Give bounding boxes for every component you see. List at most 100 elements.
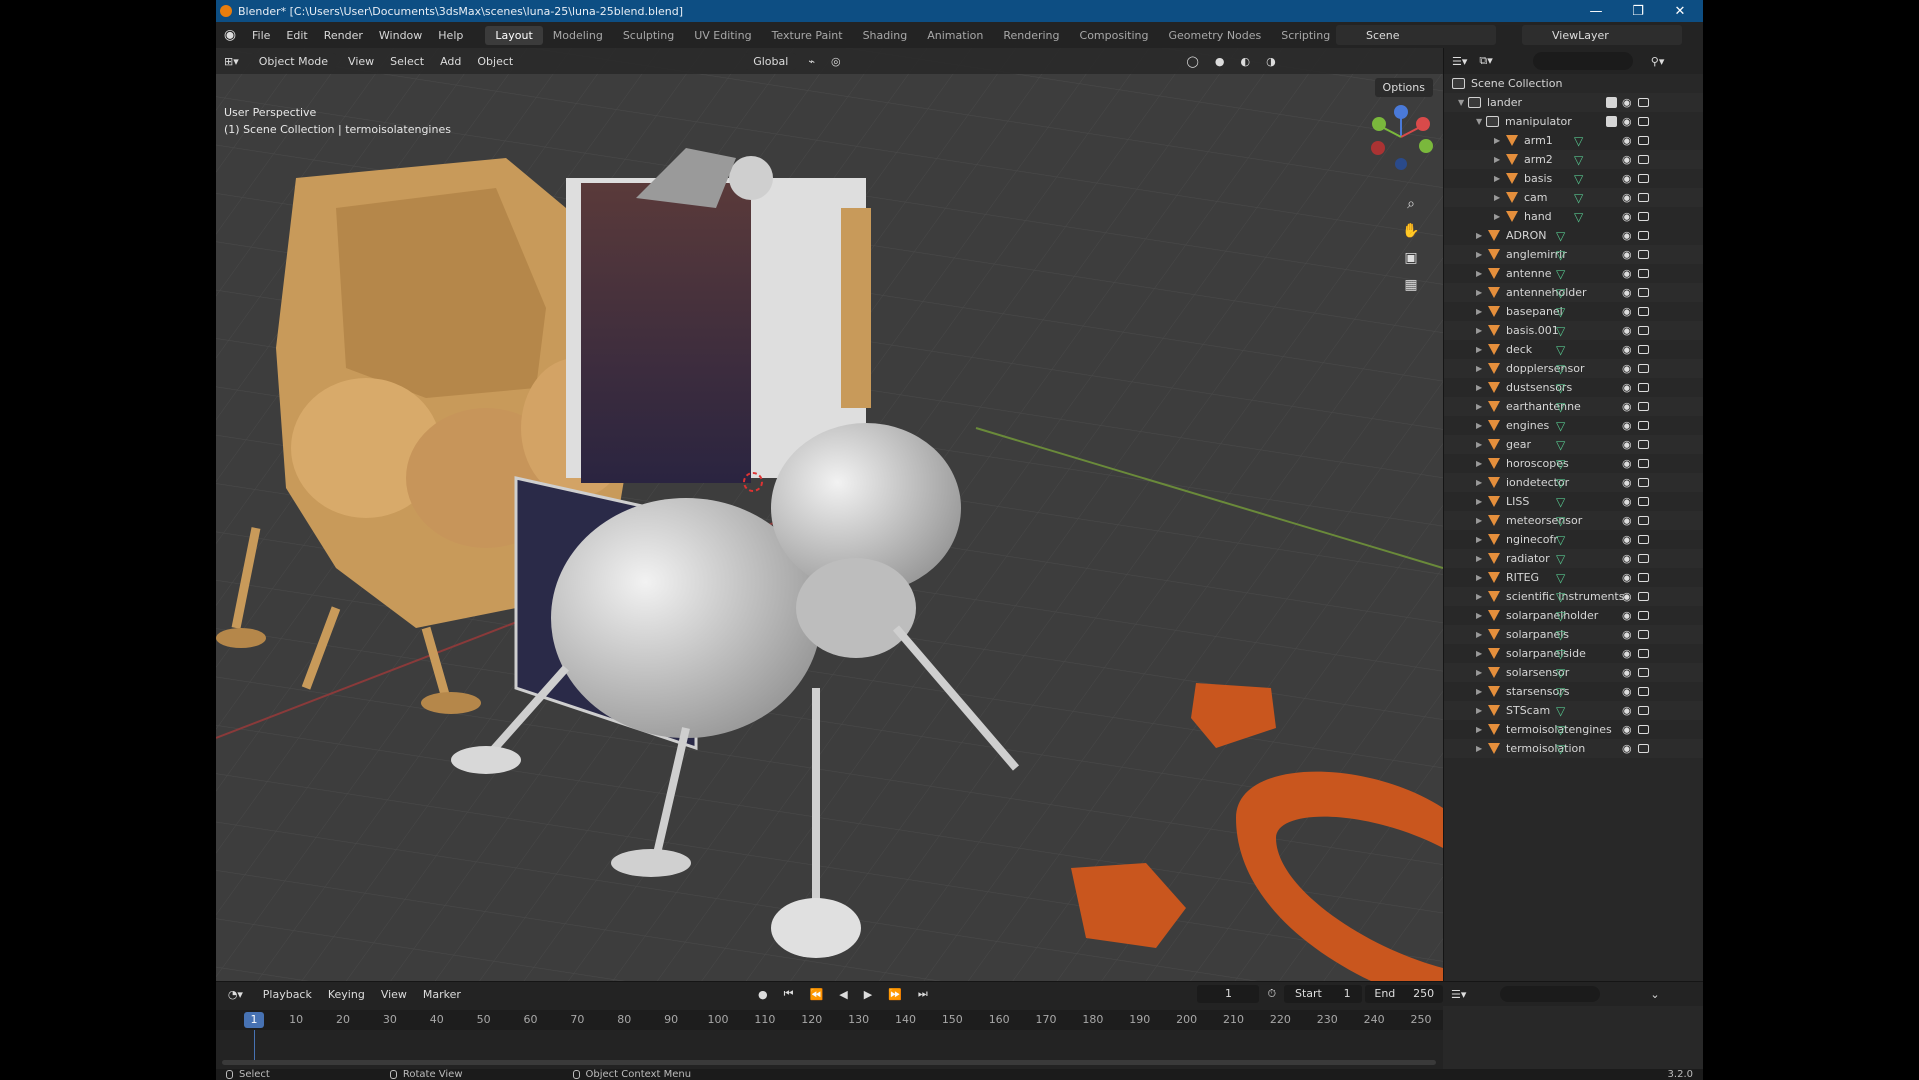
- mesh-data-icon[interactable]: ▽: [1556, 229, 1565, 243]
- mesh-data-icon[interactable]: ▽: [1574, 134, 1583, 148]
- rendered-shading-icon[interactable]: ◑: [1258, 53, 1284, 70]
- menu-help[interactable]: Help: [430, 29, 471, 42]
- properties-editor-icon[interactable]: ☰▾: [1451, 988, 1466, 1001]
- object-row[interactable]: ▶ solarpanels ▽ ◉: [1444, 625, 1703, 644]
- chevron-down-icon[interactable]: ⌄: [1650, 988, 1659, 1001]
- editor-type-icon[interactable]: ⊞▾: [216, 53, 247, 70]
- scene-collection-row[interactable]: Scene Collection: [1444, 74, 1703, 93]
- expand-arrow-icon[interactable]: ▶: [1494, 212, 1504, 221]
- expand-arrow-icon[interactable]: ▶: [1476, 573, 1486, 582]
- tab-geometry-nodes[interactable]: Geometry Nodes: [1158, 26, 1271, 45]
- render-camera-icon[interactable]: [1638, 630, 1649, 639]
- object-row[interactable]: ▶ cam ▽ ◉: [1444, 188, 1703, 207]
- render-camera-icon[interactable]: [1638, 459, 1649, 468]
- expand-arrow-icon[interactable]: ▼: [1458, 98, 1468, 107]
- playback-menu[interactable]: Playback: [255, 986, 320, 1003]
- menu-window[interactable]: Window: [371, 29, 430, 42]
- render-camera-icon[interactable]: [1638, 307, 1649, 316]
- outliner-editor-icon[interactable]: ☰▾: [1452, 55, 1467, 68]
- timeline-view-menu[interactable]: View: [373, 986, 415, 1003]
- visibility-eye-icon[interactable]: ◉: [1622, 723, 1632, 736]
- blender-menu-icon[interactable]: ◉: [216, 27, 244, 43]
- pan-hand-icon[interactable]: ✋: [1399, 219, 1423, 243]
- visibility-eye-icon[interactable]: ◉: [1622, 685, 1632, 698]
- mesh-data-icon[interactable]: ▽: [1556, 419, 1565, 433]
- close-button[interactable]: ✕: [1659, 0, 1701, 22]
- mesh-data-icon[interactable]: ▽: [1556, 343, 1565, 357]
- object-row[interactable]: ▶ gear ▽ ◉: [1444, 435, 1703, 454]
- expand-arrow-icon[interactable]: ▶: [1476, 421, 1486, 430]
- object-row[interactable]: ▶ engines ▽ ◉: [1444, 416, 1703, 435]
- render-camera-icon[interactable]: [1638, 326, 1649, 335]
- snap-icon[interactable]: ⌁: [800, 53, 823, 70]
- visibility-eye-icon[interactable]: ◉: [1622, 457, 1632, 470]
- mesh-data-icon[interactable]: ▽: [1556, 400, 1565, 414]
- expand-arrow-icon[interactable]: ▶: [1476, 250, 1486, 259]
- scene-selector[interactable]: Scene: [1336, 25, 1496, 45]
- expand-arrow-icon[interactable]: ▶: [1476, 497, 1486, 506]
- object-row[interactable]: ▶ termoisolatengines ▽ ◉: [1444, 720, 1703, 739]
- visibility-eye-icon[interactable]: ◉: [1622, 666, 1632, 679]
- jump-start-icon[interactable]: ⏮: [776, 985, 802, 1003]
- play-icon[interactable]: ▶: [856, 986, 880, 1003]
- stopwatch-icon[interactable]: ⏱: [1259, 985, 1284, 1003]
- expand-arrow-icon[interactable]: ▶: [1476, 440, 1486, 449]
- visibility-eye-icon[interactable]: ◉: [1622, 590, 1632, 603]
- mesh-data-icon[interactable]: ▽: [1556, 571, 1565, 585]
- expand-arrow-icon[interactable]: ▶: [1476, 269, 1486, 278]
- mesh-data-icon[interactable]: ▽: [1556, 742, 1565, 756]
- object-row[interactable]: ▶ meteorsensor ▽ ◉: [1444, 511, 1703, 530]
- expand-arrow-icon[interactable]: ▶: [1476, 706, 1486, 715]
- marker-menu[interactable]: Marker: [415, 986, 469, 1003]
- render-camera-icon[interactable]: [1638, 383, 1649, 392]
- expand-arrow-icon[interactable]: ▶: [1476, 554, 1486, 563]
- visibility-eye-icon[interactable]: ◉: [1622, 514, 1632, 527]
- visibility-eye-icon[interactable]: ◉: [1622, 438, 1632, 451]
- visibility-eye-icon[interactable]: ◉: [1622, 286, 1632, 299]
- expand-arrow-icon[interactable]: ▶: [1494, 174, 1504, 183]
- render-camera-icon[interactable]: [1638, 402, 1649, 411]
- transform-orientation-dropdown[interactable]: Global: [745, 52, 797, 70]
- frame-ruler[interactable]: 1 10 20 30 40 50 60 70 80 90 100 110 120 130 140 150 16…: [216, 1010, 1443, 1030]
- jump-end-icon[interactable]: ⏭: [910, 985, 936, 1003]
- object-row[interactable]: ▶ nginecofr ▽ ◉: [1444, 530, 1703, 549]
- solid-shading-icon[interactable]: ●: [1207, 53, 1233, 70]
- step-forward-icon[interactable]: ⏩: [880, 986, 910, 1003]
- tab-uv-editing[interactable]: UV Editing: [684, 26, 761, 45]
- expand-arrow-icon[interactable]: ▶: [1476, 288, 1486, 297]
- visibility-eye-icon[interactable]: ◉: [1622, 96, 1632, 109]
- tab-sculpting[interactable]: Sculpting: [613, 26, 684, 45]
- render-camera-icon[interactable]: [1638, 535, 1649, 544]
- visibility-eye-icon[interactable]: ◉: [1622, 476, 1632, 489]
- object-row[interactable]: ▶ arm2 ▽ ◉: [1444, 150, 1703, 169]
- expand-arrow-icon[interactable]: ▶: [1494, 193, 1504, 202]
- viewport-menu-view[interactable]: View: [340, 53, 382, 70]
- render-camera-icon[interactable]: [1638, 364, 1649, 373]
- visibility-eye-icon[interactable]: ◉: [1622, 362, 1632, 375]
- visibility-eye-icon[interactable]: ◉: [1622, 419, 1632, 432]
- expand-arrow-icon[interactable]: ▶: [1476, 459, 1486, 468]
- material-shading-icon[interactable]: ◐: [1232, 53, 1258, 70]
- visibility-eye-icon[interactable]: ◉: [1622, 134, 1632, 147]
- render-camera-icon[interactable]: [1638, 668, 1649, 677]
- object-row[interactable]: ▶ antenneholder ▽ ◉: [1444, 283, 1703, 302]
- tab-texture-paint[interactable]: Texture Paint: [762, 26, 853, 45]
- mesh-data-icon[interactable]: ▽: [1556, 381, 1565, 395]
- mesh-data-icon[interactable]: ▽: [1556, 267, 1565, 281]
- object-row[interactable]: ▶ earthantenne ▽ ◉: [1444, 397, 1703, 416]
- viewport-menu-select[interactable]: Select: [382, 53, 432, 70]
- outliner-search-input[interactable]: [1532, 52, 1633, 70]
- render-camera-icon[interactable]: [1638, 250, 1649, 259]
- render-camera-icon[interactable]: [1638, 117, 1649, 126]
- mesh-data-icon[interactable]: ▽: [1556, 590, 1565, 604]
- expand-arrow-icon[interactable]: ▶: [1476, 231, 1486, 240]
- options-button[interactable]: Options: [1374, 78, 1433, 97]
- render-camera-icon[interactable]: [1638, 497, 1649, 506]
- exclude-checkbox[interactable]: [1606, 116, 1617, 127]
- tab-compositing[interactable]: Compositing: [1070, 26, 1159, 45]
- render-camera-icon[interactable]: [1638, 345, 1649, 354]
- mesh-data-icon[interactable]: ▽: [1556, 305, 1565, 319]
- object-row[interactable]: ▶ antenne ▽ ◉: [1444, 264, 1703, 283]
- exclude-checkbox[interactable]: [1606, 97, 1617, 108]
- render-camera-icon[interactable]: [1638, 649, 1649, 658]
